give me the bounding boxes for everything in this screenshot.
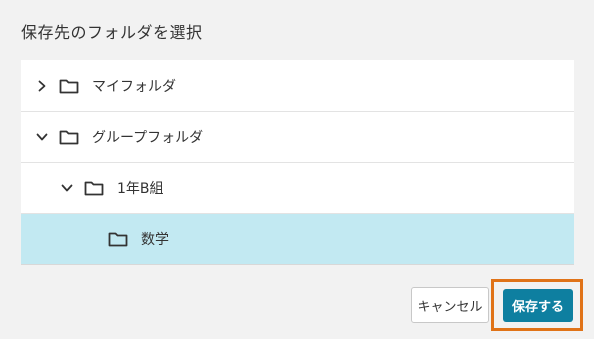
tree-item-my-folder[interactable]: マイフォルダ [21, 60, 574, 111]
tree-item-label: 1年B組 [117, 181, 164, 197]
dialog-title: 保存先のフォルダを選択 [21, 23, 203, 42]
save-button[interactable]: 保存する [503, 289, 573, 322]
chevron-down-icon[interactable] [60, 181, 74, 195]
tree-item-label: グループフォルダ [92, 130, 204, 146]
folder-tree: マイフォルダ グループフォルダ 1年B組 数学 [21, 60, 574, 265]
chevron-down-icon[interactable] [35, 130, 49, 144]
folder-icon [84, 180, 104, 196]
tree-item-label: マイフォルダ [92, 78, 176, 95]
folder-icon [59, 129, 79, 145]
tree-item-label: 数学 [141, 232, 169, 248]
folder-icon [59, 78, 79, 94]
chevron-right-icon[interactable] [35, 79, 49, 93]
tree-item-class-1b[interactable]: 1年B組 [21, 162, 574, 213]
tree-item-group-folder[interactable]: グループフォルダ [21, 111, 574, 162]
tree-item-math[interactable]: 数学 [21, 213, 574, 264]
cancel-button[interactable]: キャンセル [411, 287, 489, 323]
folder-icon [108, 231, 128, 247]
